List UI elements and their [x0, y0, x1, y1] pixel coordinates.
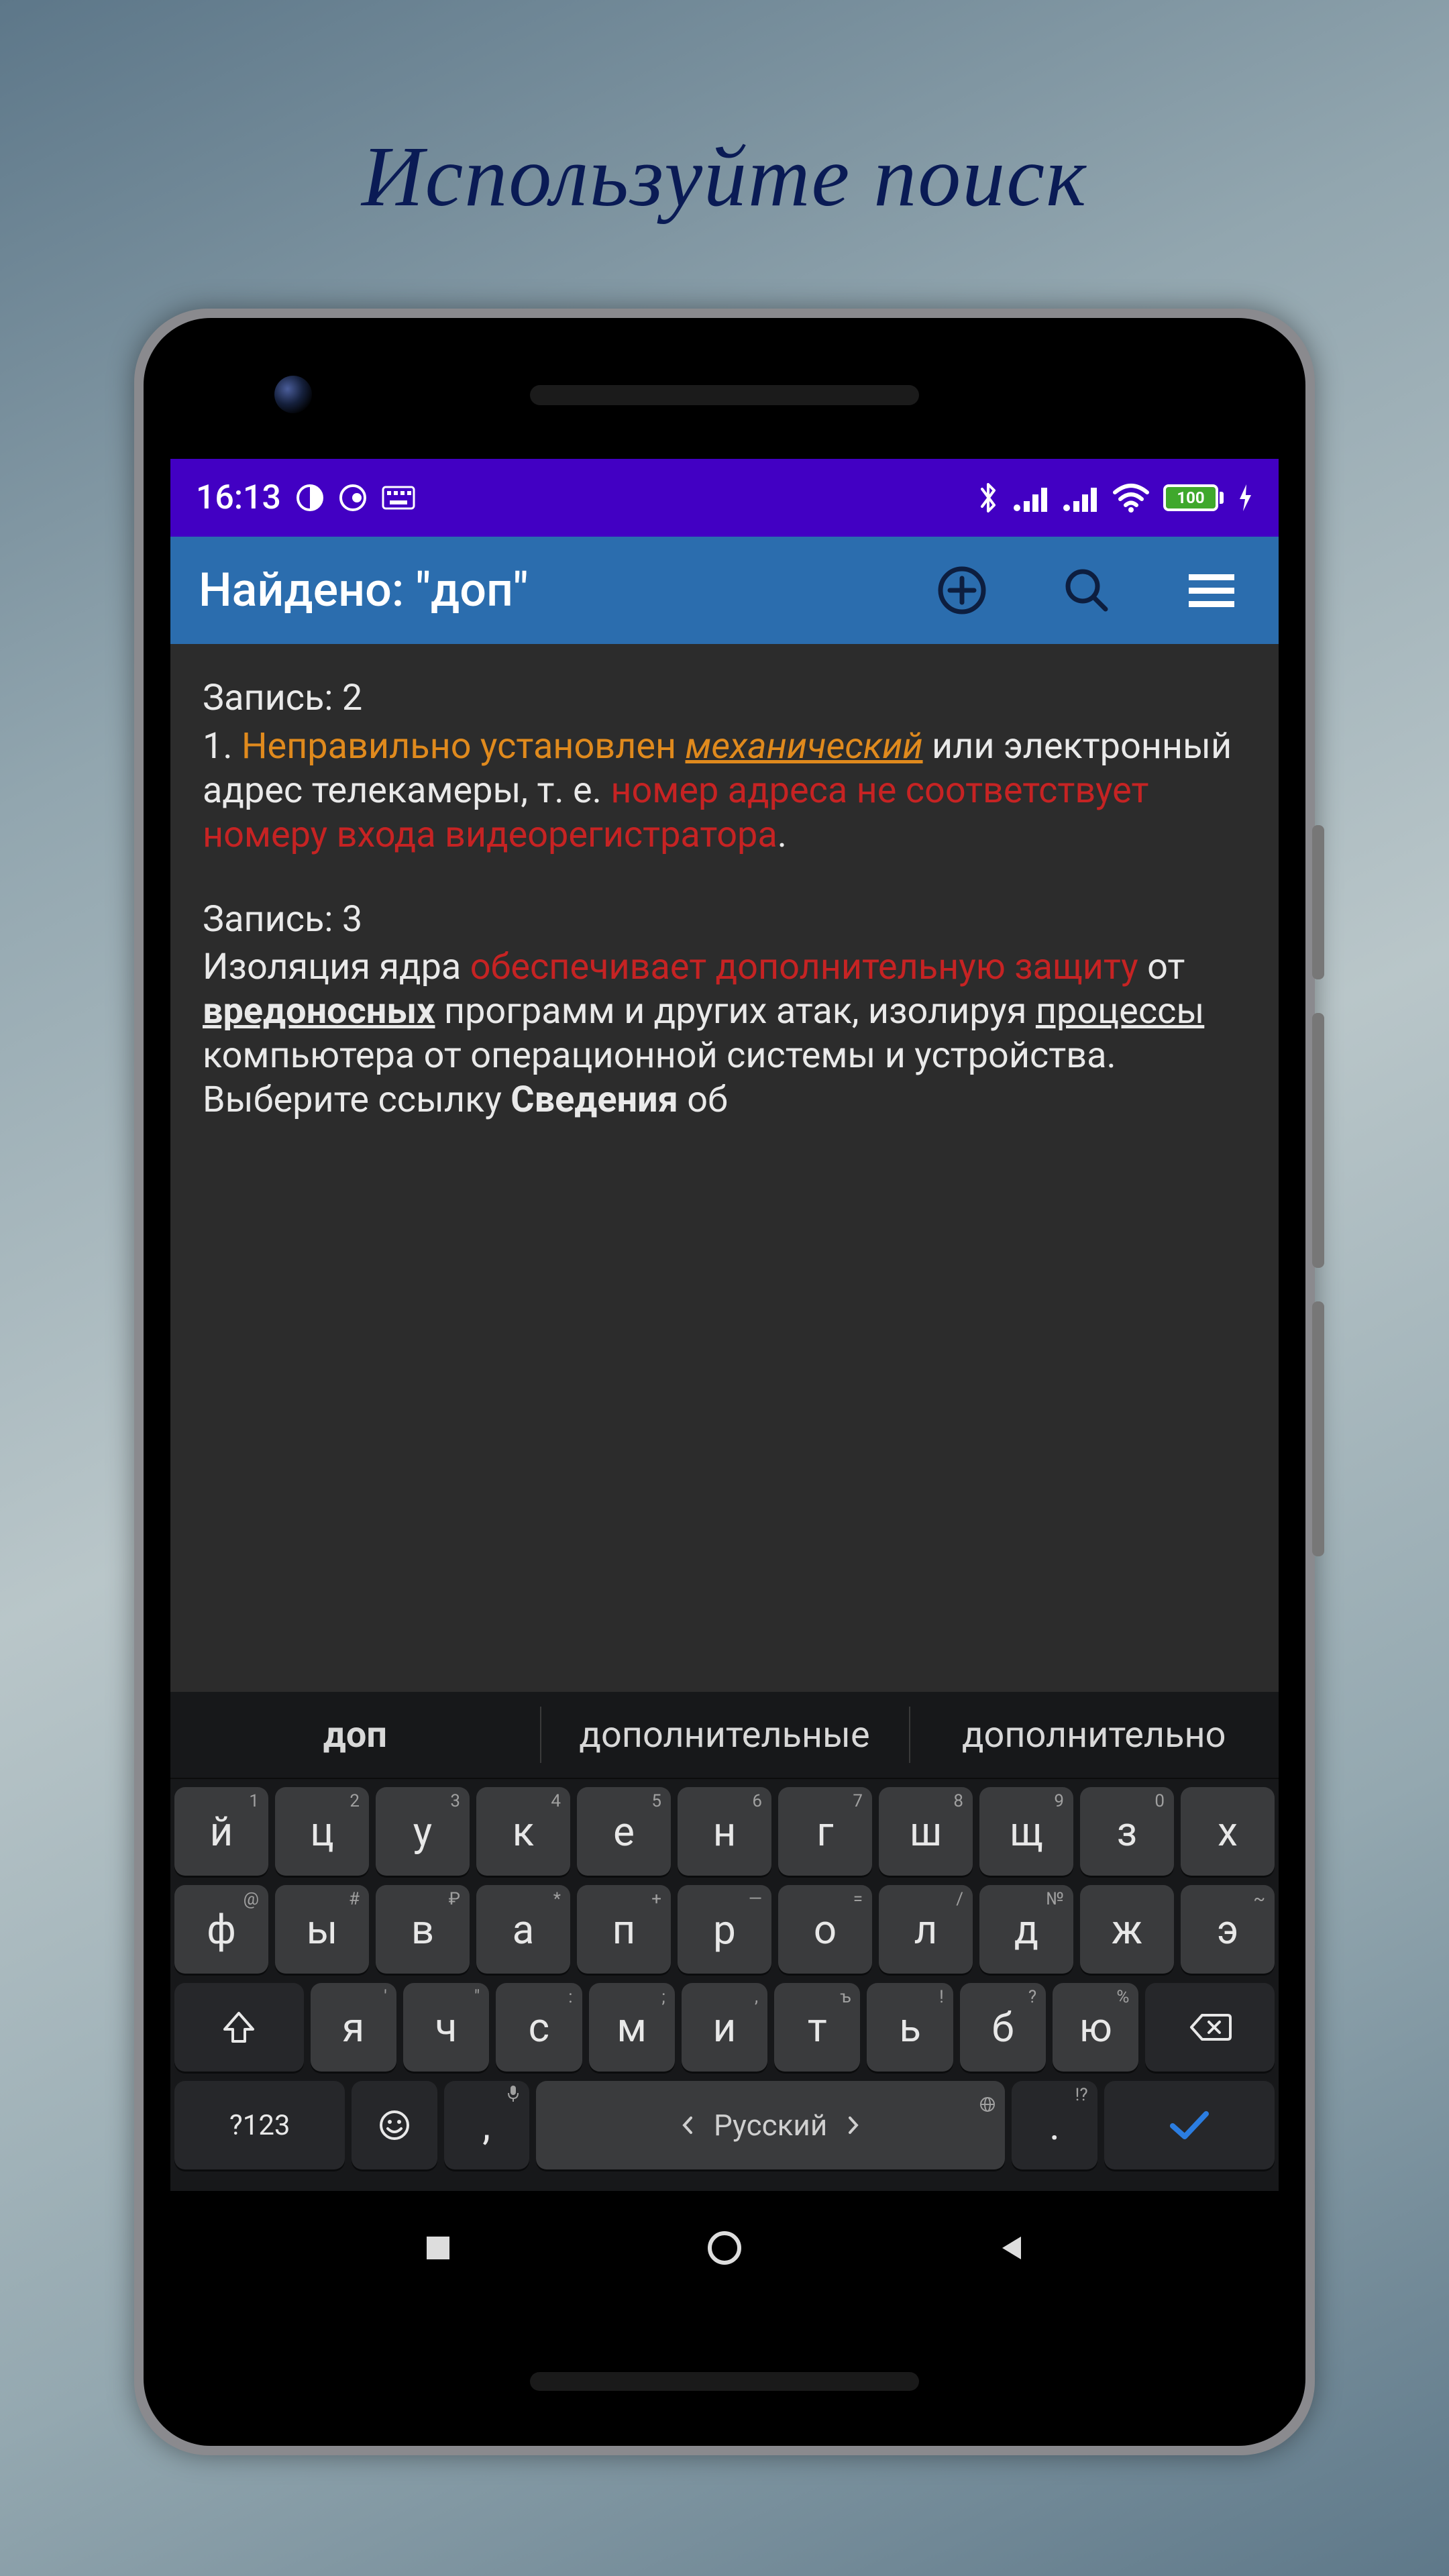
phone-side-button: [1312, 1301, 1324, 1556]
keyboard-indicator-icon: [382, 486, 415, 510]
letter-key[interactable]: в₽: [376, 1885, 470, 1974]
letter-key[interactable]: б?: [960, 1983, 1046, 2072]
letter-key[interactable]: е5: [577, 1787, 671, 1876]
letter-key[interactable]: ь!: [867, 1983, 953, 2072]
checkmark-icon: [1166, 2107, 1213, 2143]
letter-key[interactable]: э~: [1181, 1885, 1275, 1974]
search-icon: [1061, 565, 1112, 616]
record-body: 1. Неправильно установлен механический и…: [203, 724, 1246, 857]
search-button[interactable]: [1061, 565, 1112, 616]
letter-key[interactable]: п+: [577, 1885, 671, 1974]
battery-level: 100: [1177, 488, 1204, 507]
triangle-left-icon: [994, 2231, 1028, 2265]
letter-key[interactable]: г7: [778, 1787, 872, 1876]
signal-icon: [1013, 484, 1049, 512]
search-result-record[interactable]: Запись: 3 Изоляция ядра обеспечивает доп…: [203, 898, 1246, 1122]
letter-key[interactable]: ы#: [275, 1885, 369, 1974]
symnum-key[interactable]: ?123: [174, 2081, 345, 2169]
app-bar: Найдено: "доп": [170, 537, 1279, 644]
letter-key[interactable]: м;: [589, 1983, 675, 2072]
letter-key[interactable]: ц2: [275, 1787, 369, 1876]
soft-keyboard: доп дополнительные дополнительно й1ц2у3к…: [170, 1692, 1279, 2191]
shift-key[interactable]: [174, 1983, 304, 2072]
letter-key[interactable]: р—: [678, 1885, 771, 1974]
letter-key[interactable]: к4: [476, 1787, 570, 1876]
letter-key[interactable]: д№: [979, 1885, 1073, 1974]
letter-key[interactable]: о=: [778, 1885, 872, 1974]
circle-icon: [706, 2229, 743, 2267]
space-key[interactable]: Русский: [536, 2081, 1006, 2169]
app-bar-title: Найдено: "доп": [199, 563, 931, 618]
suggestion[interactable]: дополнительно: [909, 1692, 1279, 1778]
system-nav-bar: [170, 2191, 1279, 2305]
phone-frame: 16:13: [134, 309, 1315, 2455]
bolt-icon: [1237, 483, 1253, 513]
backspace-icon: [1189, 2011, 1232, 2043]
nav-recent-button[interactable]: [421, 2231, 455, 2265]
phone-body: 16:13: [144, 318, 1305, 2446]
suggestion[interactable]: дополнительные: [540, 1692, 910, 1778]
mic-hint-icon: [506, 2085, 520, 2107]
letter-key[interactable]: ш8: [879, 1787, 973, 1876]
add-button[interactable]: [936, 565, 987, 616]
letter-key[interactable]: я': [311, 1983, 396, 2072]
letter-key[interactable]: ч": [403, 1983, 489, 2072]
shift-icon: [221, 2009, 257, 2045]
phone-camera: [274, 376, 312, 413]
letter-key[interactable]: ж: [1080, 1885, 1174, 1974]
square-icon: [421, 2231, 455, 2265]
status-app-icon: [296, 484, 324, 512]
record-body: Изоляция ядра обеспечивает дополнительну…: [203, 945, 1246, 1122]
search-results[interactable]: Запись: 2 1. Неправильно установлен меха…: [170, 644, 1279, 1692]
letter-key[interactable]: а*: [476, 1885, 570, 1974]
emoji-icon: [378, 2108, 411, 2142]
enter-key[interactable]: [1104, 2081, 1275, 2169]
status-app-icon: [339, 484, 367, 512]
period-key[interactable]: !? .: [1012, 2081, 1097, 2169]
letter-key[interactable]: й1: [174, 1787, 268, 1876]
letter-key[interactable]: ф@: [174, 1885, 268, 1974]
status-bar: 16:13: [170, 459, 1279, 537]
record-header: Запись: 3: [203, 898, 1246, 942]
suggestion-bar: доп дополнительные дополнительно: [170, 1692, 1279, 1779]
suggestion[interactable]: доп: [170, 1692, 540, 1778]
letter-key[interactable]: з0: [1080, 1787, 1174, 1876]
nav-back-button[interactable]: [994, 2231, 1028, 2265]
chevron-right-icon: [846, 2115, 861, 2135]
letter-key[interactable]: л/: [879, 1885, 973, 1974]
letter-key[interactable]: и,: [682, 1983, 767, 2072]
bluetooth-icon: [977, 481, 1000, 515]
space-language-label: Русский: [714, 2108, 827, 2143]
menu-button[interactable]: [1186, 570, 1237, 610]
screen: 16:13: [170, 459, 1279, 2305]
record-header: Запись: 2: [203, 676, 1246, 720]
battery-indicator: 100: [1163, 484, 1224, 511]
letter-key[interactable]: н6: [678, 1787, 771, 1876]
letter-key[interactable]: с:: [496, 1983, 582, 2072]
menu-icon: [1186, 570, 1237, 610]
backspace-key[interactable]: [1145, 1983, 1275, 2072]
phone-speaker-slit: [530, 385, 919, 405]
phone-chin-slit: [530, 2372, 919, 2391]
promo-title: Используйте поиск: [0, 127, 1449, 226]
comma-key[interactable]: ,: [444, 2081, 529, 2169]
status-time: 16:13: [196, 478, 281, 517]
globe-hint-icon: [979, 2085, 996, 2120]
letter-key[interactable]: щ9: [979, 1787, 1073, 1876]
chevron-left-icon: [680, 2115, 695, 2135]
search-result-record[interactable]: Запись: 2 1. Неправильно установлен меха…: [203, 676, 1246, 857]
emoji-key[interactable]: [352, 2081, 437, 2169]
nav-home-button[interactable]: [706, 2229, 743, 2267]
letter-key[interactable]: х: [1181, 1787, 1275, 1876]
phone-side-button: [1312, 825, 1324, 979]
wifi-icon: [1112, 483, 1150, 513]
phone-side-button: [1312, 1013, 1324, 1268]
signal-icon: [1063, 484, 1099, 512]
letter-key[interactable]: тъ: [774, 1983, 860, 2072]
letter-key[interactable]: ю%: [1053, 1983, 1138, 2072]
letter-key[interactable]: у3: [376, 1787, 470, 1876]
plus-circle-icon: [936, 565, 987, 616]
